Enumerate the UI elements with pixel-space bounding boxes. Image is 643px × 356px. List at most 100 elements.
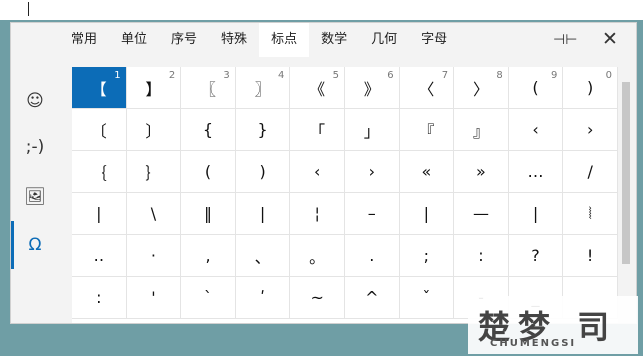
tab-4[interactable]: 标点 bbox=[259, 23, 310, 57]
symbol-cell[interactable]: ' bbox=[126, 277, 182, 319]
symbol-cell[interactable]: › bbox=[344, 151, 400, 193]
symbol-cell[interactable]: › bbox=[563, 109, 618, 151]
symbol-cell[interactable]: , bbox=[181, 235, 236, 277]
symbol-cell[interactable]: ‹ bbox=[290, 151, 345, 193]
symbol-glyph: ; bbox=[423, 246, 430, 265]
symbol-cell[interactable]: / bbox=[563, 151, 618, 193]
symbol-cell[interactable]: ｝ bbox=[126, 151, 182, 193]
symbol-cell[interactable]: : bbox=[454, 235, 509, 277]
symbol-cell[interactable]: ｛ bbox=[72, 151, 127, 193]
symbol-glyph: ‥ bbox=[93, 246, 105, 265]
symbol-cell[interactable]: 〈 7 bbox=[399, 67, 455, 109]
tab-7[interactable]: 字母 bbox=[409, 23, 459, 57]
symbol-cell[interactable]: . bbox=[344, 235, 400, 277]
symbol-cell[interactable]: 「 bbox=[290, 109, 345, 151]
symbol-cell[interactable]: – bbox=[344, 193, 400, 235]
symbol-glyph: 〉 bbox=[472, 79, 489, 99]
symbol-glyph: ) bbox=[259, 162, 266, 181]
tab-6[interactable]: 几何 bbox=[359, 23, 409, 57]
symbol-cell[interactable]: | bbox=[235, 193, 291, 235]
symbol-cell[interactable]: 〔 bbox=[72, 109, 127, 151]
tab-2[interactable]: 序号 bbox=[159, 23, 209, 57]
scrollbar[interactable] bbox=[621, 59, 631, 323]
symbol-cell[interactable]: « bbox=[399, 151, 455, 193]
text-caret bbox=[28, 2, 29, 16]
symbol-cell[interactable]: 『 bbox=[399, 109, 455, 151]
symbol-glyph: 、 bbox=[254, 247, 271, 267]
symbol-glyph: ‹ bbox=[532, 120, 539, 139]
symbol-cell[interactable]: 〖 3 bbox=[181, 67, 236, 109]
symbol-cell[interactable]: · bbox=[126, 235, 182, 277]
symbol-cell[interactable]: 】 2 bbox=[126, 67, 182, 109]
symbol-grid-area: 【1】 2 〖 3 〗 4 《 5 》 6 〈 7 〉 8(9) 0 〔〕{} 「」『』 ‹ › ｛｝() ‹ › «»… /… bbox=[72, 67, 618, 323]
tab-3[interactable]: 特殊 bbox=[209, 23, 259, 57]
symbol-cell[interactable]: 』 bbox=[454, 109, 509, 151]
symbol-cell[interactable]: — bbox=[454, 193, 509, 235]
symbol-glyph: ｛ bbox=[90, 163, 107, 183]
text-input-area[interactable] bbox=[0, 0, 643, 20]
emoji-icon[interactable]: ☺ bbox=[11, 77, 59, 125]
shortcut-number: 5 bbox=[332, 70, 339, 81]
scrollbar-thumb[interactable] bbox=[622, 82, 630, 264]
tab-5[interactable]: 数学 bbox=[309, 23, 359, 57]
symbol-cell[interactable]: ` bbox=[181, 277, 236, 319]
symbol-cell[interactable]: 〕 bbox=[126, 109, 182, 151]
symbol-glyph: 》 bbox=[363, 79, 380, 99]
symbol-cell[interactable]: | bbox=[399, 193, 455, 235]
symbol-cell[interactable]: ) 0 bbox=[563, 67, 618, 109]
symbol-cell[interactable]: : bbox=[72, 277, 127, 319]
symbol-glyph: ( bbox=[204, 162, 212, 181]
tab-0[interactable]: 常用 bbox=[59, 23, 109, 57]
symbol-cell[interactable]: 。 bbox=[290, 235, 345, 277]
symbol-cell[interactable]: » bbox=[454, 151, 509, 193]
symbol-cell[interactable]: 〗 4 bbox=[235, 67, 291, 109]
symbol-cell[interactable]: ^ bbox=[344, 277, 400, 319]
symbol-cell[interactable]: | bbox=[72, 193, 127, 235]
symbol-cell[interactable]: ‖ bbox=[181, 193, 236, 235]
symbol-cell[interactable]: … bbox=[508, 151, 564, 193]
symbol-cell[interactable]: ) bbox=[235, 151, 291, 193]
symbol-cell[interactable]: ˇ bbox=[399, 277, 455, 319]
symbol-glyph: 【 bbox=[90, 79, 107, 99]
kaomoji-icon[interactable]: ;-) bbox=[11, 123, 59, 171]
symbol-cell[interactable]: ! bbox=[563, 235, 618, 277]
symbol-glyph: ʹ bbox=[260, 288, 265, 307]
shortcut-number: 8 bbox=[496, 70, 503, 81]
symbol-cell[interactable]: ¦ bbox=[290, 193, 345, 235]
symbol-cell[interactable]: { bbox=[181, 109, 236, 151]
symbol-glyph: . bbox=[369, 246, 375, 265]
symbol-cell[interactable]: 」 bbox=[344, 109, 400, 151]
symbol-cell[interactable]: 、 bbox=[235, 235, 291, 277]
symbol-cell[interactable]: ~ bbox=[290, 277, 345, 319]
symbol-glyph: { bbox=[202, 120, 214, 139]
symbol-cell[interactable]: | bbox=[508, 193, 564, 235]
symbol-cell[interactable]: ? bbox=[508, 235, 564, 277]
symbol-glyph: › bbox=[368, 162, 375, 181]
shortcut-number: 9 bbox=[550, 70, 558, 81]
symbol-cell[interactable]: ⦚ bbox=[563, 193, 618, 235]
symbol-cell[interactable]: ʹ bbox=[235, 277, 291, 319]
image-icon[interactable]: 🖼 bbox=[11, 173, 59, 221]
watermark-logo: 楚梦 司 CHUMENGSI bbox=[468, 296, 638, 354]
symbol-cell[interactable]: ‹ bbox=[508, 109, 564, 151]
symbol-cell[interactable]: (9 bbox=[508, 67, 564, 109]
symbol-cell[interactable]: 《 5 bbox=[290, 67, 345, 109]
symbol-glyph: 』 bbox=[472, 121, 489, 141]
symbol-cell[interactable]: ( bbox=[181, 151, 236, 193]
symbol-cell[interactable]: ‥ bbox=[72, 235, 127, 277]
symbol-cell[interactable]: 【1 bbox=[72, 67, 127, 109]
omega-icon[interactable]: Ω bbox=[11, 221, 59, 269]
close-icon[interactable]: ✕ bbox=[600, 29, 620, 49]
shortcut-number: 3 bbox=[223, 70, 230, 81]
tab-1[interactable]: 单位 bbox=[109, 23, 159, 57]
symbol-glyph: 〈 bbox=[418, 79, 435, 99]
symbol-cell[interactable]: } bbox=[235, 109, 291, 151]
symbol-cell[interactable]: 〉 8 bbox=[454, 67, 509, 109]
pin-icon[interactable]: ⊣⊢ bbox=[553, 30, 577, 50]
symbol-cell[interactable]: ; bbox=[399, 235, 455, 277]
symbol-cell[interactable]: \ bbox=[126, 193, 182, 235]
symbol-glyph: · bbox=[150, 246, 156, 265]
symbol-glyph: « bbox=[421, 162, 432, 181]
symbol-glyph: ｝ bbox=[145, 163, 162, 183]
symbol-cell[interactable]: 》 6 bbox=[344, 67, 400, 109]
